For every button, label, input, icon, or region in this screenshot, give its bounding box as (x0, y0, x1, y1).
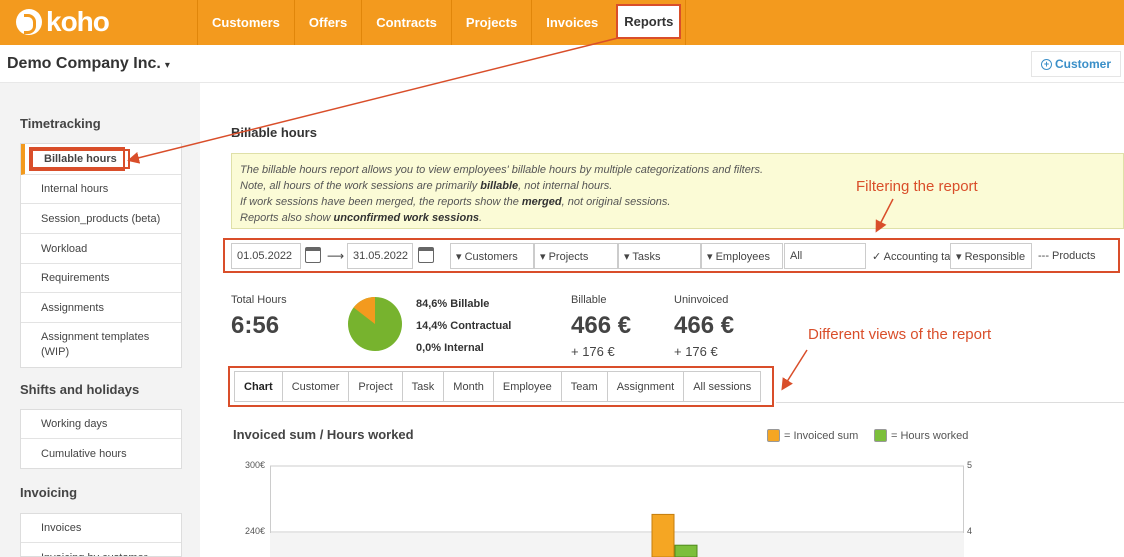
app-logo[interactable]: koho (16, 6, 110, 37)
left-axis-tick: 300€ (245, 460, 266, 470)
date-range-arrow: ⟶ (327, 249, 345, 263)
accounting-target-toggle[interactable]: ✓ Accounting target (867, 243, 950, 269)
sidebar-item-cumulative-hours[interactable]: Cumulative hours (21, 439, 181, 468)
nav-divider (685, 0, 687, 45)
sidebar-group-invoicing: Invoices Invoicing by customer (20, 513, 182, 557)
annotation-filtering: Filtering the report (856, 178, 978, 195)
bar-hours-worked[interactable] (674, 544, 698, 557)
company-name: Demo Company Inc. (7, 55, 161, 72)
tab-task[interactable]: Task (403, 372, 445, 401)
responsible-filter[interactable]: ▾ Responsible (950, 243, 1032, 269)
plus-circle-icon: + (1040, 58, 1052, 70)
sidebar-item-invoicing-by-customer[interactable]: Invoicing by customer (21, 543, 181, 557)
annotation-views: Different views of the report (808, 326, 992, 343)
total-hours-value: 6:56 (231, 312, 280, 339)
tab-assignment[interactable]: Assignment (608, 372, 685, 401)
legend-hours-label: = Hours worked (891, 430, 969, 442)
add-customer-label: Customer (1054, 57, 1111, 71)
sidebar-heading-shifts: Shifts and holidays (20, 382, 140, 397)
sidebar-item-assignments[interactable]: Assignments (21, 293, 181, 323)
products-filter[interactable]: --- Products (1033, 243, 1111, 269)
nav-contracts[interactable]: Contracts (361, 0, 451, 45)
nav-offers[interactable]: Offers (293, 0, 361, 45)
sidebar-item-workload[interactable]: Workload (21, 234, 181, 264)
right-axis-tick: 4 (967, 526, 973, 536)
chevron-down-icon: ▾ (164, 60, 170, 71)
nav-reports[interactable]: Reports (616, 4, 682, 39)
info-line-4: Reports also show unconfirmed work sessi… (240, 212, 483, 224)
tab-all-sessions[interactable]: All sessions (684, 372, 760, 401)
company-selector[interactable]: Demo Company Inc. ▾ (7, 55, 170, 73)
sidebar-item-invoices[interactable]: Invoices (21, 514, 181, 543)
projects-filter[interactable]: ▾ Projects (534, 243, 618, 269)
billable-percentage: 84,6% Billable (416, 298, 490, 310)
report-view-tabs: Chart Customer Project Task Month Employ… (234, 371, 762, 402)
calendar-icon[interactable] (305, 247, 321, 263)
nav-projects[interactable]: Projects (450, 0, 531, 45)
uninvoiced-value: 466 € (674, 312, 735, 339)
sidebar-heading-invoicing: Invoicing (20, 485, 78, 500)
tab-chart[interactable]: Chart (235, 372, 283, 401)
legend-invoiced-label: = Invoiced sum (784, 430, 859, 442)
logo-text: koho (46, 6, 110, 37)
total-hours-label: Total Hours (231, 294, 287, 306)
sidebar-heading-timetracking: Timetracking (20, 116, 101, 131)
sidebar-item-internal-hours[interactable]: Internal hours (21, 175, 181, 204)
right-axis-tick: 5 (967, 460, 973, 470)
info-line-3: If work sessions have been merged, the r… (240, 196, 671, 208)
nav-invoices[interactable]: Invoices (531, 0, 612, 45)
main-nav: Customers Offers Contracts Projects Invo… (197, 0, 687, 45)
chart-title: Invoiced sum / Hours worked (233, 427, 414, 442)
tab-project[interactable]: Project (349, 372, 403, 401)
sidebar-group-timetracking: Billable hours Internal hours Session_pr… (20, 143, 182, 368)
uninvoiced-label: Uninvoiced (674, 294, 729, 306)
sidebar-item-billable-hours[interactable]: Billable hours (21, 144, 181, 175)
hours-pie-chart (348, 297, 402, 351)
chart-shaded-area (270, 533, 964, 557)
billable-value: 466 € (571, 312, 632, 339)
koho-logo-icon (16, 9, 42, 35)
tasks-filter[interactable]: ▾ Tasks (618, 243, 701, 269)
customers-filter[interactable]: ▾ Customers (450, 243, 534, 269)
contractual-percentage: 14,4% Contractual (416, 320, 512, 332)
employees-filter[interactable]: ▾ Employees (701, 243, 783, 269)
bar-invoiced-sum[interactable] (651, 513, 675, 557)
invoiced-hours-chart (270, 465, 964, 557)
date-to-input[interactable]: 31.05.2022 (347, 243, 413, 269)
nav-customers[interactable]: Customers (197, 0, 294, 45)
billable-label: Billable (571, 294, 607, 306)
page-title: Billable hours (231, 125, 317, 140)
top-navigation-bar: koho Customers Offers Contracts Projects… (0, 0, 1124, 45)
left-axis-tick: 240€ (245, 526, 266, 536)
legend-swatch-hours (874, 429, 887, 442)
info-line-1: The billable hours report allows you to … (240, 164, 764, 176)
date-from-input[interactable]: 01.05.2022 (231, 243, 301, 269)
internal-percentage: 0,0% Internal (416, 342, 484, 354)
sidebar-item-session-products[interactable]: Session_products (beta) (21, 204, 181, 234)
uninvoiced-extra: + 176 € (674, 344, 718, 359)
tab-month[interactable]: Month (444, 372, 494, 401)
sidebar-item-requirements[interactable]: Requirements (21, 264, 181, 293)
tab-team[interactable]: Team (562, 372, 608, 401)
all-select[interactable]: All (784, 243, 866, 269)
sidebar-item-working-days[interactable]: Working days (21, 410, 181, 439)
info-line-2: Note, all hours of the work sessions are… (240, 180, 613, 192)
tab-customer[interactable]: Customer (283, 372, 350, 401)
calendar-icon[interactable] (418, 247, 434, 263)
legend-swatch-invoiced (767, 429, 780, 442)
info-box: The billable hours report allows you to … (231, 153, 1124, 229)
sidebar-item-assignment-templates[interactable]: Assignment templates (WIP) (21, 323, 181, 367)
sidebar-group-shifts: Working days Cumulative hours (20, 409, 182, 469)
billable-extra: + 176 € (571, 344, 615, 359)
tabs-baseline (776, 402, 1124, 403)
tab-employee[interactable]: Employee (494, 372, 562, 401)
add-customer-button[interactable]: + Customer (1031, 51, 1121, 77)
